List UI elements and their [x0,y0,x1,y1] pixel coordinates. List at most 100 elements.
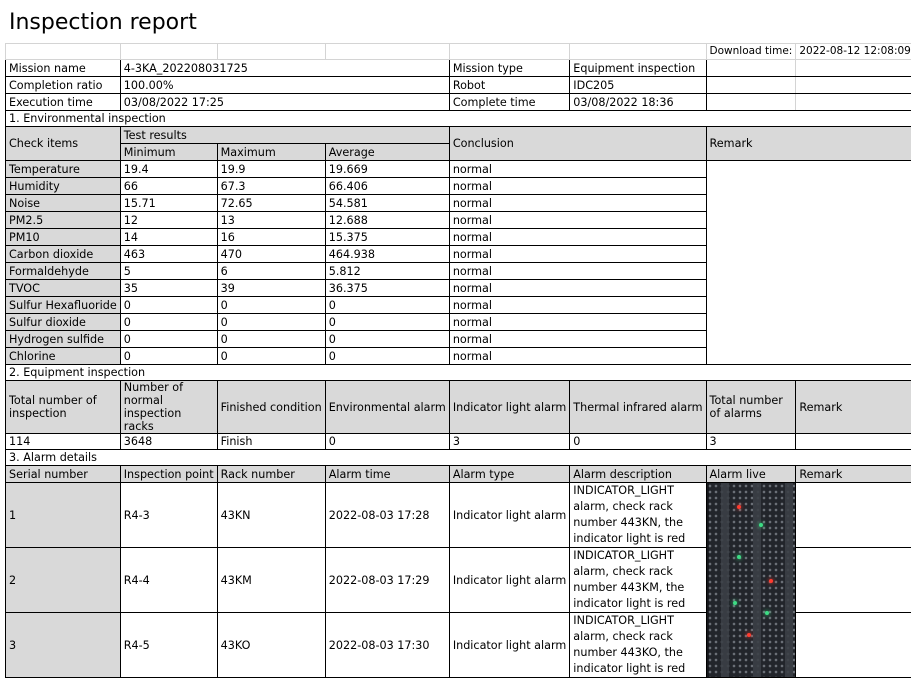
average-value: 464.938 [325,246,449,263]
env-header-row-1: Check items Test results Conclusion Rema… [6,127,911,144]
minimum-value: 0 [120,314,217,331]
minimum-value: 0 [120,297,217,314]
inspection-point-header: Inspection point [120,466,217,483]
mission-name-value: 4-3KA_202208031725 [120,60,449,77]
conclusion-value: normal [449,229,706,246]
serial-number: 3 [6,613,121,678]
alarm-description-header: Alarm description [570,466,706,483]
rack-number: 43KO [217,613,325,678]
maximum-header: Maximum [217,144,325,161]
alarm-remark-header: Remark [796,466,911,483]
conclusion-value: normal [449,212,706,229]
maximum-value: 39 [217,280,325,297]
normal-racks-value: 3648 [120,434,217,450]
check-item-name: Hydrogen sulfide [6,331,121,348]
maximum-value: 13 [217,212,325,229]
average-value: 12.688 [325,212,449,229]
robot-label: Robot [449,77,569,94]
alarm-section-row: 3. Alarm details [6,450,911,466]
alarm-description: INDICATOR_LIGHT alarm, check rack number… [570,613,706,678]
minimum-value: 15.71 [120,195,217,212]
serial-number: 1 [6,483,121,548]
finished-condition-value: Finish [217,434,325,450]
indicator-led [765,611,769,615]
check-item-name: Sulfur dioxide [6,314,121,331]
alarm-section-title: 3. Alarm details [6,450,911,466]
minimum-header: Minimum [120,144,217,161]
minimum-value: 19.4 [120,161,217,178]
finished-condition-header: Finished condition [217,381,325,434]
minimum-value: 5 [120,263,217,280]
indicator-alarm-header: Indicator light alarm [449,381,569,434]
indicator-led [733,601,737,605]
environmental-alarm-value: 0 [325,434,449,450]
mission-type-value: Equipment inspection [570,60,706,77]
maximum-value: 6 [217,263,325,280]
conclusion-value: normal [449,263,706,280]
maximum-value: 0 [217,331,325,348]
execution-row: Execution time 03/08/2022 17:25 Complete… [6,94,911,111]
thermal-alarm-header: Thermal infrared alarm [570,381,706,434]
inspection-report-sheet: Inspection report Download time: 2022-08… [0,0,911,635]
equip-remark-header: Remark [796,381,911,434]
rack-number-header: Rack number [217,466,325,483]
execution-label: Execution time [6,94,121,111]
test-results-header: Test results [120,127,449,144]
download-time-label: Download time: [706,44,796,60]
alarm-type-header: Alarm type [449,466,569,483]
download-row: Download time: 2022-08-12 12:08:09 [6,44,911,60]
alarm-time: 2022-08-03 17:29 [325,548,449,613]
conclusion-value: normal [449,178,706,195]
check-item-name: Formaldehyde [6,263,121,280]
env-section-row: 1. Environmental inspection [6,111,911,127]
completion-value: 100.00% [120,77,449,94]
average-value: 0 [325,314,449,331]
alarm-live-photo [706,483,796,678]
alarm-type: Indicator light alarm [449,548,569,613]
maximum-value: 19.9 [217,161,325,178]
env-results-body: Temperature19.419.919.669normalHumidity6… [6,161,911,365]
conclusion-value: normal [449,195,706,212]
maximum-value: 67.3 [217,178,325,195]
inspection-point: R4-5 [120,613,217,678]
complete-time-label: Complete time [449,94,569,111]
rack-number: 43KN [217,483,325,548]
serial-number: 2 [6,548,121,613]
minimum-value: 0 [120,348,217,365]
indicator-led [737,505,741,509]
robot-value: IDC205 [570,77,706,94]
rack-number: 43KM [217,548,325,613]
env-remark-cell [706,161,911,365]
indicator-led [769,579,773,583]
env-row: Temperature19.419.919.669normal [6,161,911,178]
alarm-time: 2022-08-03 17:28 [325,483,449,548]
execution-value: 03/08/2022 17:25 [120,94,449,111]
check-item-name: Sulfur Hexafluoride [6,297,121,314]
total-inspection-value: 114 [6,434,121,450]
indicator-alarm-value: 3 [449,434,569,450]
alarm-time: 2022-08-03 17:30 [325,613,449,678]
average-value: 19.669 [325,161,449,178]
alarm-remark [796,548,911,613]
alarm-details-body: 1R4-343KN2022-08-03 17:28Indicator light… [6,483,911,678]
download-time-value: 2022-08-12 12:08:09 [796,44,911,60]
alarm-row: 1R4-343KN2022-08-03 17:28Indicator light… [6,483,911,548]
average-value: 54.581 [325,195,449,212]
rack-rail [721,483,729,677]
env-remark-header: Remark [706,127,911,161]
rack-photo-image [707,483,796,677]
minimum-value: 35 [120,280,217,297]
report-table: Download time: 2022-08-12 12:08:09 Missi… [5,43,911,678]
environmental-alarm-header: Environmental alarm [325,381,449,434]
rack-rail [753,483,761,677]
check-item-name: Carbon dioxide [6,246,121,263]
indicator-led [737,555,741,559]
conclusion-value: normal [449,297,706,314]
mission-name-label: Mission name [6,60,121,77]
serial-header: Serial number [6,466,121,483]
env-section-title: 1. Environmental inspection [6,111,911,127]
check-item-name: TVOC [6,280,121,297]
average-value: 15.375 [325,229,449,246]
average-value: 0 [325,297,449,314]
equip-remark-value [796,434,911,450]
